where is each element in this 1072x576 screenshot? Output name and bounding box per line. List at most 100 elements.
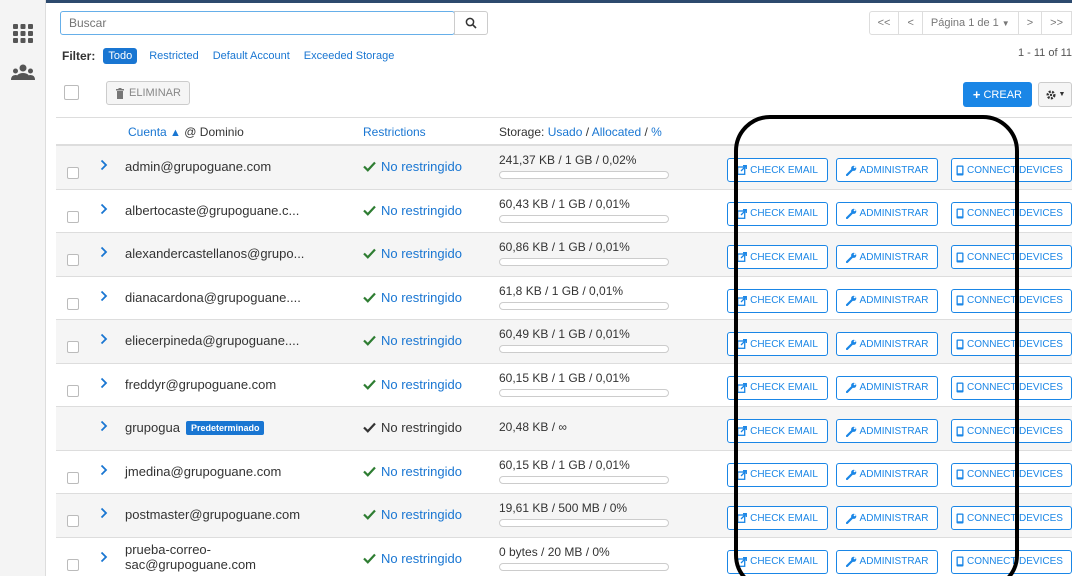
device-icon [956,295,964,306]
delete-button[interactable]: ELIMINAR [106,81,190,105]
expand-chevron-icon[interactable] [100,290,108,305]
expand-chevron-icon[interactable] [100,464,108,479]
connect-devices-button[interactable]: CONNECT DEVICES [951,201,1072,226]
administrar-label: ADMINISTRAR [859,251,929,263]
restriction-status[interactable]: No restringido [363,507,462,522]
checkmark-icon [363,292,376,303]
account-email: freddyr@grupoguane.com [125,376,277,392]
search-input[interactable] [60,11,455,35]
administrar-button[interactable]: ADMINISTRAR [836,158,938,182]
restriction-status[interactable]: No restringido [363,203,462,218]
users-group-icon[interactable] [10,60,36,86]
restriction-status[interactable]: No restringido [363,551,462,566]
expand-chevron-icon[interactable] [100,551,108,566]
restriction-status[interactable]: No restringido [363,377,462,392]
administrar-label: ADMINISTRAR [859,295,929,306]
filter-exceeded-storage[interactable]: Exceeded Storage [304,50,395,62]
connect-devices-label: CONNECT DEVICES [967,556,1063,567]
check-email-button[interactable]: CHECK EMAIL [727,419,828,443]
row-checkbox[interactable] [67,210,79,223]
check-email-button[interactable]: CHECK EMAIL [727,375,828,400]
administrar-button[interactable]: ADMINISTRAR [836,549,938,574]
checkmark-icon [363,422,376,433]
domain-header-label: @ Dominio [184,125,244,139]
apps-grid-icon[interactable] [10,20,36,46]
row-checkbox[interactable] [67,515,79,527]
expand-chevron-icon[interactable] [100,420,108,435]
check-email-button[interactable]: CHECK EMAIL [727,158,828,182]
check-email-button[interactable]: CHECK EMAIL [727,288,828,313]
administrar-button[interactable]: ADMINISTRAR [836,462,938,487]
check-email-label: CHECK EMAIL [750,338,818,350]
table-row: admin@grupoguane.com No restringido 241,37… [56,146,1072,190]
administrar-button[interactable]: ADMINISTRAR [836,375,938,400]
check-email-label: CHECK EMAIL [750,556,818,567]
connect-devices-button[interactable]: CONNECT DEVICES [951,419,1072,443]
filter-default-account[interactable]: Default Account [213,50,290,62]
check-email-button[interactable]: CHECK EMAIL [727,462,828,487]
restriction-status[interactable]: No restringido [363,159,462,174]
account-column-header[interactable]: Cuenta ▲ @ Dominio [128,125,244,139]
restriction-status[interactable]: No restringido [363,246,462,261]
administrar-button[interactable]: ADMINISTRAR [836,419,938,443]
first-page-button[interactable]: << [868,11,900,35]
expand-chevron-icon[interactable] [100,333,108,348]
create-button[interactable]: + CREAR [962,82,1032,107]
main-panel: << < Página 1 de 1▼ > >> 1 - 11 of 11 Fi… [46,3,1072,576]
administrar-button[interactable]: ADMINISTRAR [836,245,938,269]
expand-chevron-icon[interactable] [100,203,108,218]
filter-restricted[interactable]: Restricted [149,50,199,62]
connect-devices-button[interactable]: CONNECT DEVICES [951,462,1072,487]
check-email-button[interactable]: CHECK EMAIL [727,332,828,356]
restriction-status[interactable]: No restringido [363,333,462,348]
wrench-icon [845,339,856,350]
expand-chevron-icon[interactable] [100,246,108,261]
select-all-checkbox[interactable] [64,85,79,100]
next-page-button[interactable]: > [1017,11,1043,35]
prev-page-button[interactable]: < [898,11,923,35]
administrar-button[interactable]: ADMINISTRAR [836,201,938,226]
check-email-button[interactable]: CHECK EMAIL [727,245,828,269]
expand-chevron-icon[interactable] [100,507,108,522]
row-checkbox[interactable] [67,254,79,266]
expand-chevron-icon[interactable] [100,159,108,174]
connect-devices-button[interactable]: CONNECT DEVICES [951,245,1072,269]
check-email-button[interactable]: CHECK EMAIL [727,549,828,574]
storage-used-sort[interactable]: Usado [548,125,583,139]
administrar-button[interactable]: ADMINISTRAR [836,506,938,530]
restriction-status[interactable]: No restringido [363,464,462,479]
checkmark-icon [363,553,376,564]
last-page-button[interactable]: >> [1041,11,1072,35]
restrictions-column-header[interactable]: Restrictions [363,125,426,139]
connect-devices-button[interactable]: CONNECT DEVICES [951,332,1072,356]
connect-devices-button[interactable]: CONNECT DEVICES [951,375,1072,400]
row-checkbox[interactable] [67,471,79,484]
account-email: eliecerpineda@grupoguane.... [125,333,300,348]
connect-devices-button[interactable]: CONNECT DEVICES [951,158,1072,182]
storage-progress [499,345,669,353]
expand-chevron-icon[interactable] [100,377,108,392]
connect-devices-button[interactable]: CONNECT DEVICES [951,288,1072,313]
filter-todo[interactable]: Todo [103,48,138,64]
storage-pct-sort[interactable]: % [651,125,662,139]
row-checkbox[interactable] [67,384,79,397]
restriction-status[interactable]: No restringido [363,290,462,305]
account-email: dianacardona@grupoguane.... [125,289,301,305]
row-checkbox[interactable] [67,167,79,179]
storage-usage: 61,8 KB / 1 GB / 0,01% [499,283,624,298]
settings-dropdown[interactable]: ▼ [1038,82,1072,107]
row-checkbox[interactable] [67,341,79,353]
administrar-button[interactable]: ADMINISTRAR [836,332,938,356]
restriction-label: No restringido [381,159,462,174]
row-checkbox[interactable] [67,297,79,310]
administrar-button[interactable]: ADMINISTRAR [836,288,938,313]
search-button[interactable] [454,11,488,35]
connect-devices-button[interactable]: CONNECT DEVICES [951,506,1072,530]
storage-allocated-sort[interactable]: Allocated [592,125,641,139]
check-email-button[interactable]: CHECK EMAIL [727,506,828,530]
device-icon [956,426,964,436]
page-select[interactable]: Página 1 de 1 ▼ [921,11,1019,35]
row-checkbox[interactable] [67,558,79,571]
check-email-button[interactable]: CHECK EMAIL [727,201,828,226]
connect-devices-button[interactable]: CONNECT DEVICES [951,549,1072,574]
